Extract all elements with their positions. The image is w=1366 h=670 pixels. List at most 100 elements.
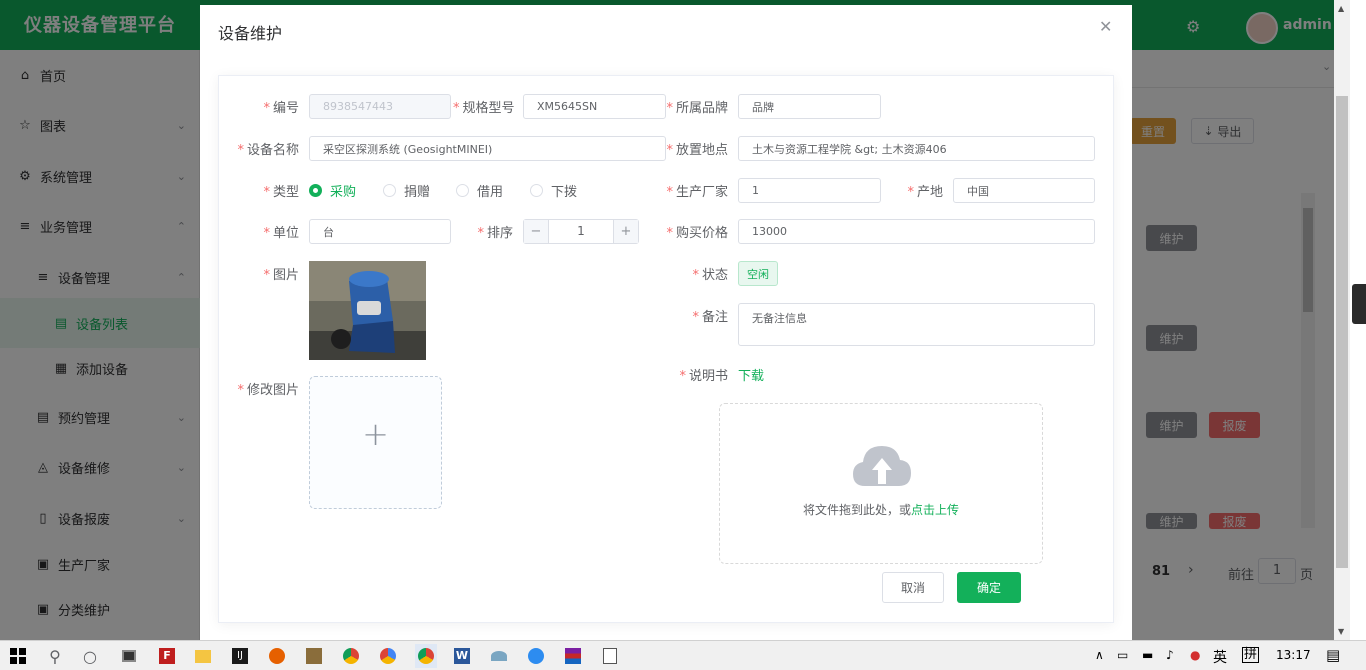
order-value[interactable]: 1 xyxy=(550,220,612,243)
dialog-title: 设备维护 xyxy=(218,24,283,43)
tray-expand-icon[interactable]: ∧ xyxy=(1095,648,1104,662)
close-icon[interactable]: ✕ xyxy=(1099,17,1112,36)
windows-taskbar: ⚲ ○ F IJ W ∧ ▭ ▬ ♪ ● 英 拼 13:17 ▤ xyxy=(0,640,1366,670)
upload-hint-text: 将文件拖到此处，或 xyxy=(802,503,911,517)
origin-label: * 产地 xyxy=(907,185,943,200)
label-text: 类型 xyxy=(272,185,299,200)
ime-layout[interactable]: 拼 xyxy=(1242,647,1260,663)
price-label: * 购买价格 xyxy=(666,226,728,241)
radio-icon xyxy=(309,184,322,197)
label-text: 修改图片 xyxy=(246,383,299,398)
type-radio-allocation[interactable]: 下拨 xyxy=(530,181,577,200)
upload-cloud-icon xyxy=(853,446,911,486)
manufacturer-input[interactable]: 1 xyxy=(738,178,881,203)
label-text: 所属品牌 xyxy=(675,101,728,116)
type-radio-donation[interactable]: 捐赠 xyxy=(383,181,430,200)
battery-icon[interactable]: ▬ xyxy=(1142,648,1153,662)
order-stepper[interactable]: − 1 + xyxy=(523,219,639,244)
firefox-icon[interactable] xyxy=(267,646,287,666)
radio-label: 采购 xyxy=(330,185,357,200)
label-text: 产地 xyxy=(916,185,943,200)
status-badge: 空闲 xyxy=(738,261,778,286)
side-widget[interactable] xyxy=(1352,284,1366,324)
label-text: 规格型号 xyxy=(462,101,515,116)
type-label: * 类型 xyxy=(263,185,299,200)
image-upload-card[interactable]: + xyxy=(309,376,442,509)
manual-upload-dragger[interactable]: 将文件拖到此处，或点击上传 xyxy=(719,403,1043,564)
radio-icon xyxy=(383,184,396,197)
plus-icon: + xyxy=(362,415,389,453)
page-scrollbar[interactable]: ▲ ▼ xyxy=(1334,0,1350,640)
clock[interactable]: 13:17 xyxy=(1276,648,1311,662)
status-label: * 状态 xyxy=(692,268,728,283)
page-scrollbar-thumb[interactable] xyxy=(1336,96,1348,568)
check-app-icon[interactable] xyxy=(526,646,546,666)
manufacturer-label: * 生产厂家 xyxy=(666,185,728,200)
scroll-up-icon[interactable]: ▲ xyxy=(1338,4,1344,13)
name-label: * 设备名称 xyxy=(237,143,299,158)
chrome-icon[interactable] xyxy=(341,646,361,666)
radio-icon xyxy=(456,184,469,197)
manual-download-link[interactable]: 下载 xyxy=(738,365,764,384)
app-icon-monitor[interactable] xyxy=(119,646,139,666)
filezilla-icon[interactable]: F xyxy=(157,646,177,666)
confirm-button[interactable]: 确定 xyxy=(957,572,1021,603)
location-label: * 放置地点 xyxy=(666,143,728,158)
network-icon[interactable]: ▭ xyxy=(1117,648,1128,662)
remark-textarea[interactable]: 无备注信息 xyxy=(738,303,1095,346)
model-input[interactable]: XM5645SN xyxy=(523,94,666,119)
type-radio-purchase[interactable]: 采购 xyxy=(309,181,356,200)
search-icon[interactable]: ⚲ xyxy=(45,646,65,666)
type-radio-borrow[interactable]: 借用 xyxy=(456,181,503,200)
label-text: 设备名称 xyxy=(246,143,299,158)
price-input[interactable]: 13000 xyxy=(738,219,1095,244)
upload-hint: 将文件拖到此处，或点击上传 xyxy=(720,501,1042,518)
notepad-icon[interactable] xyxy=(600,646,620,666)
label-text: 说明书 xyxy=(688,369,728,384)
scroll-down-icon[interactable]: ▼ xyxy=(1338,627,1344,636)
order-label: * 排序 xyxy=(477,226,513,241)
label-text: 状态 xyxy=(701,268,728,283)
ime-language[interactable]: 英 xyxy=(1213,647,1227,667)
cancel-button[interactable]: 取消 xyxy=(882,572,944,603)
winrar-icon[interactable] xyxy=(563,646,583,666)
radio-icon xyxy=(530,184,543,197)
label-text: 购买价格 xyxy=(675,226,728,241)
label-text: 备注 xyxy=(701,310,728,325)
windows-start-icon[interactable] xyxy=(8,646,28,666)
origin-input[interactable]: 中国 xyxy=(953,178,1095,203)
upload-click-link[interactable]: 点击上传 xyxy=(911,503,959,517)
label-text: 生产厂家 xyxy=(675,185,728,200)
notification-icon[interactable]: ▤ xyxy=(1326,646,1340,664)
lotus-app-icon[interactable] xyxy=(489,646,509,666)
intellij-icon[interactable]: IJ xyxy=(230,646,250,666)
equipment-photo-image xyxy=(309,261,426,360)
model-label: * 规格型号 xyxy=(453,101,515,116)
label-text: 编号 xyxy=(272,101,299,116)
decrease-button[interactable]: − xyxy=(524,220,549,243)
folder-icon[interactable] xyxy=(193,646,213,666)
word-icon[interactable]: W xyxy=(452,646,472,666)
location-input[interactable]: 土木与资源工程学院 &gt; 土木资源406 xyxy=(738,136,1095,161)
qq-icon[interactable]: ● xyxy=(1190,648,1200,662)
name-input[interactable]: 采空区探测系统 (GeosightMINEI) xyxy=(309,136,666,161)
equipment-form: * 编号 8938547443 * 规格型号 XM5645SN * 所属品牌 品牌 *… xyxy=(218,75,1114,623)
code-input[interactable]: 8938547443 xyxy=(309,94,451,119)
unit-label: * 单位 xyxy=(263,226,299,241)
brand-input[interactable]: 品牌 xyxy=(738,94,881,119)
chrome-alt-icon[interactable] xyxy=(378,646,398,666)
radio-label: 下拨 xyxy=(551,185,578,200)
increase-button[interactable]: + xyxy=(613,220,638,243)
puzzle-app-icon[interactable] xyxy=(304,646,324,666)
brand-label: * 所属品牌 xyxy=(666,101,728,116)
volume-icon[interactable]: ♪ xyxy=(1166,648,1174,662)
cortana-icon[interactable]: ○ xyxy=(80,646,100,666)
edit-image-label: * 修改图片 xyxy=(237,383,299,398)
manual-label: * 说明书 xyxy=(679,369,728,384)
unit-input[interactable]: 台 xyxy=(309,219,451,244)
remark-label: * 备注 xyxy=(692,310,728,325)
equipment-photo[interactable] xyxy=(309,261,426,360)
edit-equipment-dialog: 设备维护 ✕ * 编号 8938547443 * 规格型号 XM5645SN * 所属… xyxy=(200,5,1132,640)
label-text: 排序 xyxy=(486,226,513,241)
chrome-active-icon[interactable] xyxy=(415,644,437,668)
